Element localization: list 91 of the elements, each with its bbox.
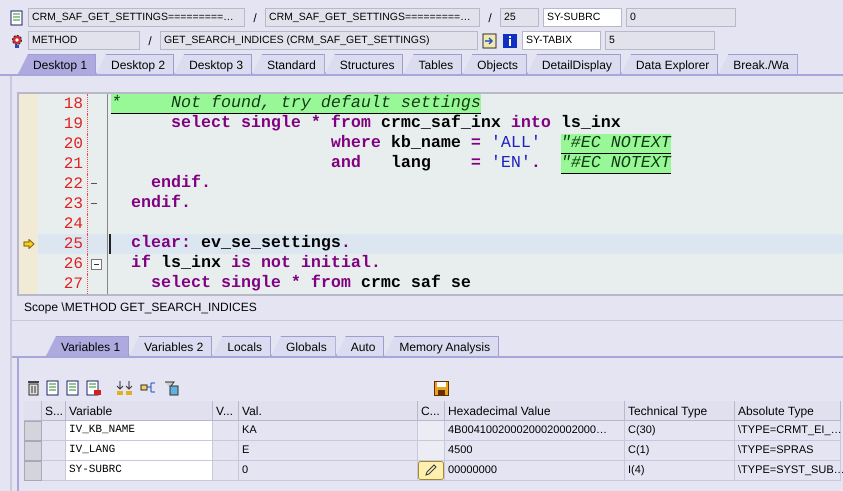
sort-icon[interactable]: [116, 380, 134, 396]
column-header[interactable]: C...: [418, 401, 445, 421]
line-number: 25: [38, 234, 88, 254]
gutter-cell: [19, 94, 38, 114]
variables-tab[interactable]: Auto: [336, 336, 384, 356]
table-cell: [213, 421, 239, 441]
code-line: if ls_inx is not initial.: [130, 254, 381, 274]
absolute-type-cell: \TYPE=SYST_SUB…: [735, 461, 841, 481]
variable-cell[interactable]: SY-SUBRC: [66, 461, 213, 481]
filter-icon[interactable]: [164, 380, 180, 396]
line-number: 23: [38, 194, 88, 214]
scope-label: Scope \METHOD GET_SEARCH_INDICES: [12, 296, 843, 321]
field-value[interactable]: 0: [626, 8, 736, 27]
desktop-tab[interactable]: Standard: [252, 54, 325, 74]
variables-tab[interactable]: Locals: [212, 336, 271, 356]
value-cell: E: [239, 441, 418, 461]
trash-icon[interactable]: [27, 380, 40, 396]
document-delete-icon[interactable]: [86, 380, 102, 396]
desktop-tab[interactable]: Objects: [462, 54, 527, 74]
column-header[interactable]: Absolute Type: [735, 401, 841, 421]
info-icon[interactable]: [502, 32, 518, 48]
program-field[interactable]: CRM_SAF_GET_SETTINGS=========…: [28, 8, 245, 27]
separator-slash: /: [252, 10, 258, 24]
variable-cell[interactable]: IV_KB_NAME: [66, 421, 213, 441]
separator-slash: /: [147, 34, 153, 48]
line-number: 22: [38, 174, 88, 194]
hex-cell: 4B0041002000200020002000…: [445, 421, 625, 441]
gutter-cell: [19, 274, 38, 294]
save-icon[interactable]: [434, 380, 449, 396]
absolute-type-cell: \TYPE=CRMT_EI_…: [735, 421, 841, 441]
column-header[interactable]: Technical Type: [625, 401, 735, 421]
value-cell: 0: [239, 461, 418, 481]
desktop-tab[interactable]: Desktop 3: [174, 54, 252, 74]
line-number: 26: [38, 254, 88, 274]
technical-type-cell: C(30): [625, 421, 735, 441]
line-number: 19: [38, 114, 88, 134]
code-line: clear: ev_se_settings.: [109, 234, 351, 254]
document-icon: [66, 380, 80, 396]
line-number: 27: [38, 274, 88, 294]
technical-type-cell: I(4): [625, 461, 735, 481]
desktop-tab[interactable]: Desktop 1: [18, 54, 96, 74]
table-cell: [213, 441, 239, 461]
variables-tab[interactable]: Variables 1: [46, 336, 130, 356]
column-header[interactable]: Hexadecimal Value: [445, 401, 625, 421]
gear-icon: [10, 32, 24, 48]
technical-type-cell: C(1): [625, 441, 735, 461]
line-number: 21: [38, 154, 88, 174]
variables-tab[interactable]: Variables 2: [129, 336, 212, 356]
collapse-icon[interactable]: [91, 258, 102, 270]
desktop-tab[interactable]: Data Explorer: [620, 54, 718, 74]
status-cell: [42, 461, 66, 481]
hex-cell: 00000000: [445, 461, 625, 481]
table-cell: [213, 461, 239, 481]
program-icon: [10, 10, 24, 26]
line-number: 18: [38, 94, 88, 114]
separator-slash: /: [487, 10, 493, 24]
column-header[interactable]: V...: [213, 401, 239, 421]
absolute-type-cell: \TYPE=SPRAS: [735, 441, 841, 461]
arrow-icon: [22, 239, 34, 249]
row-selector-header: [24, 401, 42, 421]
code-line: endif.: [150, 174, 211, 194]
column-header[interactable]: Variable: [66, 401, 213, 421]
column-header[interactable]: Val.: [239, 401, 418, 421]
line-number: 20: [38, 134, 88, 154]
field-name-input[interactable]: SY-TABIX: [522, 31, 601, 50]
code-line: and lang = 'EN'. "#EC NOTEXT: [330, 154, 671, 174]
value-cell: KA: [239, 421, 418, 441]
code-line: select single * from crmc_saf_inx into ls_inx: [170, 114, 621, 134]
variable-cell[interactable]: IV_LANG: [66, 441, 213, 461]
field-value[interactable]: 5: [605, 31, 715, 50]
code-line: select single * from crmc saf se: [150, 274, 471, 294]
code-line: endif.: [130, 194, 191, 214]
desktop-tab[interactable]: Desktop 2: [96, 54, 174, 74]
hex-cell: 4500: [445, 441, 625, 461]
desktop-tab[interactable]: Structures: [324, 54, 404, 74]
document-icon: [46, 380, 60, 396]
column-header[interactable]: S...: [42, 401, 66, 421]
status-cell: [42, 421, 66, 441]
variables-tab[interactable]: Globals: [271, 336, 336, 356]
line-field[interactable]: 25: [500, 8, 539, 27]
status-cell: [42, 441, 66, 461]
desktop-tab[interactable]: Tables: [403, 54, 462, 74]
include-field[interactable]: CRM_SAF_GET_SETTINGS=========…: [265, 8, 480, 27]
field-name-input[interactable]: SY-SUBRC: [543, 8, 622, 27]
desktop-tab[interactable]: DetailDisplay: [526, 54, 621, 74]
event-type-field[interactable]: METHOD: [28, 31, 140, 50]
variables-tab[interactable]: Memory Analysis: [384, 336, 500, 356]
event-field[interactable]: GET_SEARCH_INDICES (CRM_SAF_GET_SETTINGS): [160, 31, 478, 50]
desktop-tab[interactable]: Break./Wa: [718, 54, 798, 74]
code-line: where kb_name = 'ALL' "#EC NOTEXT: [330, 134, 671, 154]
pencil-icon: [424, 464, 438, 477]
